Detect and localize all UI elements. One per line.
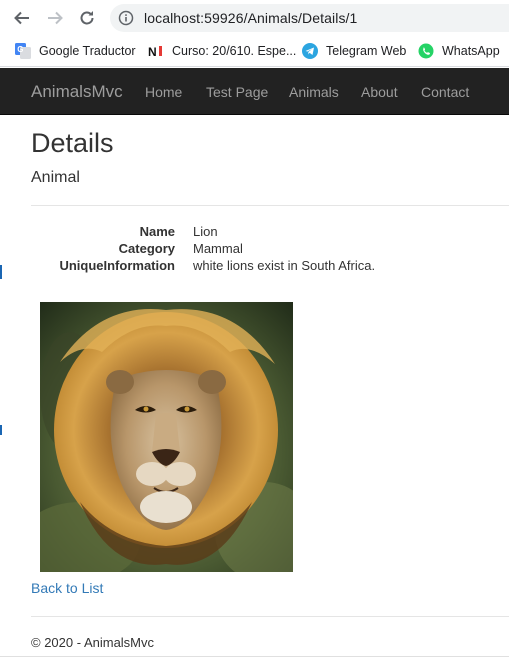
svg-text:G: G [17, 45, 23, 54]
nav-about-link[interactable]: About [361, 84, 398, 100]
window-edge-marker [0, 265, 2, 279]
window-edge-marker [0, 425, 2, 435]
bookmark-telegram[interactable]: Telegram Web [302, 40, 406, 62]
reload-icon[interactable] [77, 8, 97, 28]
nav-test-page-link[interactable]: Test Page [206, 84, 268, 100]
app-navbar: AnimalsMvc Home Test Page Animals About … [0, 68, 509, 115]
bookmark-label: Google Traductor [39, 44, 136, 58]
ni-logo-icon: N [148, 43, 164, 59]
footer-text: © 2020 - AnimalsMvc [31, 635, 155, 650]
bottom-edge [0, 656, 509, 662]
detail-row-uniqueinformation: UniqueInformation white lions exist in S… [0, 258, 509, 275]
detail-row-category: Category Mammal [0, 241, 509, 258]
detail-row-name: Name Lion [0, 224, 509, 241]
svg-text:N: N [148, 45, 157, 59]
lion-photo [20, 302, 315, 582]
field-value: Lion [193, 224, 218, 239]
forward-arrow-icon[interactable] [45, 8, 65, 28]
field-value: white lions exist in South Africa. [193, 258, 376, 273]
nav-contact-link[interactable]: Contact [421, 84, 469, 100]
bookmark-label: Curso: 20/610. Espe... [172, 44, 297, 58]
field-label: Category [118, 241, 175, 256]
field-label: Name [139, 224, 175, 239]
nav-home-link[interactable]: Home [145, 84, 182, 100]
google-translate-icon: G [15, 43, 31, 59]
whatsapp-icon [418, 43, 434, 59]
bookmark-whatsapp[interactable]: WhatsApp [418, 40, 500, 62]
field-label: UniqueInformation [59, 258, 175, 273]
info-icon[interactable] [118, 10, 134, 31]
browser-toolbar: localhost:59926/Animals/Details/1 [0, 0, 509, 36]
page-title: Details [31, 128, 114, 158]
field-value: Mammal [193, 241, 243, 256]
nav-animals-link[interactable]: Animals [289, 84, 339, 100]
bookmark-curso[interactable]: N Curso: 20/610. Espe... [148, 40, 296, 62]
telegram-icon [302, 43, 318, 59]
back-arrow-icon[interactable] [12, 8, 32, 28]
back-to-list-link[interactable]: Back to List [31, 580, 103, 596]
address-bar[interactable]: localhost:59926/Animals/Details/1 [110, 4, 509, 32]
divider [31, 205, 509, 206]
bookmark-label: WhatsApp [442, 44, 500, 58]
bookmark-google-traductor[interactable]: G Google Traductor [15, 40, 136, 62]
bookmarks-bar: G Google Traductor N Curso: 20/610. Espe… [0, 36, 509, 67]
footer-divider [31, 616, 509, 617]
navbar-brand[interactable]: AnimalsMvc [31, 82, 123, 102]
page-subtitle: Animal [31, 169, 80, 186]
url-text: localhost:59926/Animals/Details/1 [144, 10, 358, 26]
bookmark-label: Telegram Web [326, 44, 407, 58]
